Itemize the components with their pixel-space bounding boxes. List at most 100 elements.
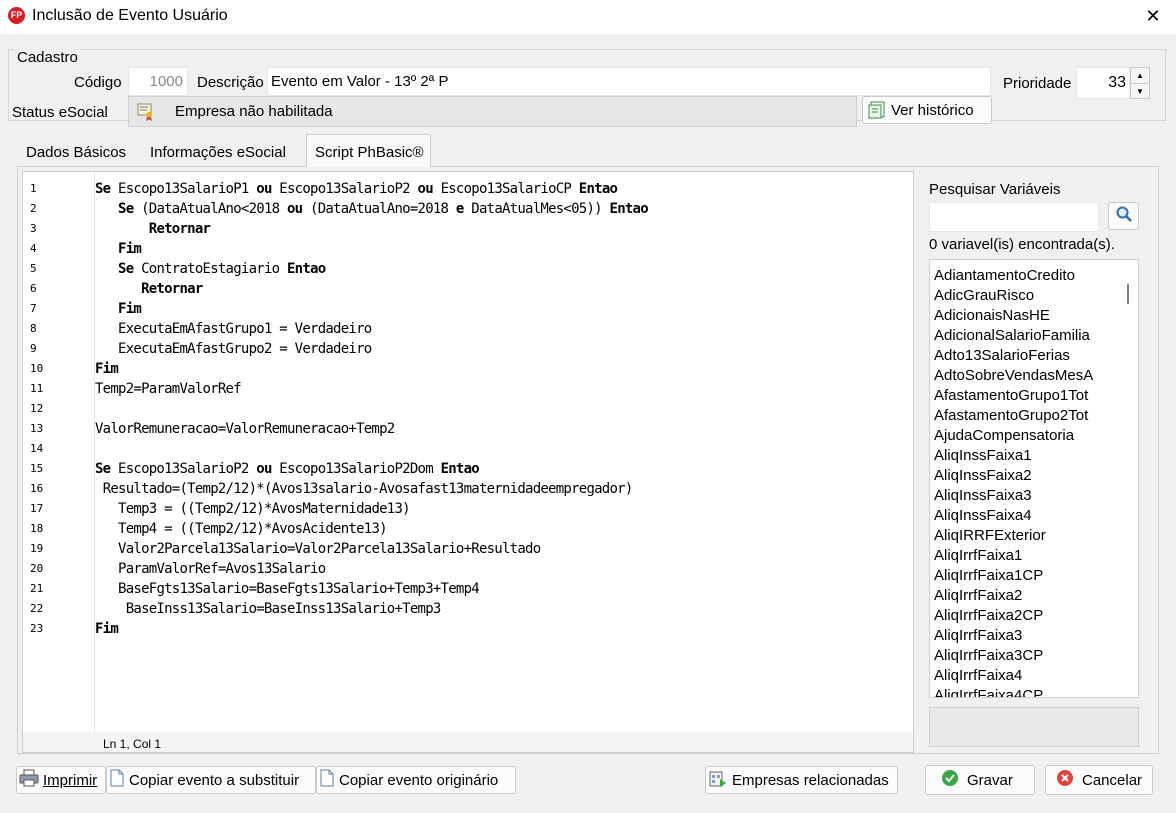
descricao-label: Descrição: [197, 74, 264, 91]
code-line: Retornar: [95, 219, 211, 239]
variable-search-button[interactable]: [1108, 202, 1139, 230]
line-number-gutter: 1 2 3 4 5 6 7 8 9 10 11 12 13 14 15 16 17 18 19 20 21 22 23: [23, 172, 95, 732]
list-scrollbar-thumb[interactable]: [1127, 284, 1129, 304]
variable-list-item[interactable]: AfastamentoGrupo1Tot: [934, 386, 1088, 406]
variables-found-text: 0 variavel(is) encontrada(s).: [929, 236, 1115, 253]
script-editor[interactable]: 1 2 3 4 5 6 7 8 9 10 11 12 13 14 15 16 17 18 19 20 21 22 23 Se…: [22, 171, 914, 753]
cancel-circle-icon: [1056, 769, 1074, 791]
tab-script-phbasic[interactable]: Script PhBasic®: [306, 134, 431, 167]
variable-list-item[interactable]: AliqInssFaixa2: [934, 466, 1032, 486]
variable-list-item[interactable]: AliqIrrfFaixa1: [934, 546, 1022, 566]
variable-list-item[interactable]: AliqIrrfFaixa3: [934, 626, 1022, 646]
variables-list[interactable]: AliqIrrfFaixa4CP AliqIrrfFaixa4 AliqIrrfFa…: [929, 259, 1139, 698]
code-keyword: Fim: [118, 301, 142, 317]
code-token: Valor2Parcela13Salario=Valor2Parcela13Sa…: [118, 541, 541, 557]
line-number: 10: [30, 362, 44, 375]
variable-list-item[interactable]: AliqInssFaixa4: [934, 506, 1032, 526]
line-number: 23: [30, 622, 44, 635]
code-token: Temp2=ParamValorRef: [95, 381, 242, 397]
codigo-field[interactable]: 1000: [128, 67, 188, 96]
empresas-relacionadas-button[interactable]: Empresas relacionadas: [705, 766, 898, 794]
tab-informacoes-esocial[interactable]: Informações eSocial: [142, 135, 292, 167]
code-line: Fim: [95, 239, 142, 259]
code-keyword: Se: [118, 201, 134, 217]
copiar-evento-substituir-button[interactable]: Copiar evento a substituir: [106, 766, 316, 794]
code-line: BaseFgts13Salario=BaseFgts13Salario+Temp…: [95, 579, 480, 599]
title-bar: FP Inclusão de Evento Usuário ✕: [0, 0, 1176, 34]
code-line: Se Escopo13SalarioP2 ou Escopo13SalarioP…: [95, 459, 480, 479]
copy-document-icon: [109, 769, 125, 791]
variable-list-item[interactable]: AdtoSobreVendasMesA: [934, 366, 1093, 386]
descricao-field[interactable]: Evento em Valor - 13º 2ª P: [267, 67, 991, 96]
cancelar-button[interactable]: Cancelar: [1045, 765, 1153, 795]
line-number: 14: [30, 442, 44, 455]
line-number: 7: [30, 302, 37, 315]
ver-historico-button[interactable]: Ver histórico: [862, 96, 992, 124]
code-line: ParamValorRef=Avos13Salario: [95, 559, 326, 579]
line-number: 9: [30, 342, 37, 355]
line-number: 8: [30, 322, 37, 335]
imprimir-button[interactable]: Imprimir: [16, 766, 106, 794]
variable-list-item[interactable]: AliqIRRFExterior: [934, 526, 1046, 546]
variable-list-item[interactable]: AliqIrrfFaixa1CP: [934, 566, 1043, 586]
line-number: 2: [30, 202, 37, 215]
code-line: Retornar: [95, 279, 203, 299]
variable-list-item[interactable]: AliqIrrfFaixa4CP: [934, 686, 1043, 697]
tab-dados-basicos[interactable]: Dados Básicos: [18, 135, 132, 167]
code-line: Valor2Parcela13Salario=Valor2Parcela13Sa…: [95, 539, 541, 559]
code-token: Resultado=(Temp2/12)*(Avos13salario-Avos…: [102, 481, 634, 497]
code-line: Temp3 = ((Temp2/12)*AvosMaternidade13): [95, 499, 411, 519]
spin-down-icon[interactable]: ▼: [1131, 84, 1149, 99]
copiar-evento-originario-button[interactable]: Copiar evento originário: [316, 766, 516, 794]
close-icon[interactable]: ✕: [1140, 3, 1166, 29]
copiar-evento-originario-label: Copiar evento originário: [339, 771, 499, 789]
ver-historico-label: Ver histórico: [891, 101, 974, 119]
variable-list-item[interactable]: AliqInssFaixa1: [934, 446, 1032, 466]
variable-list-item[interactable]: AdiantamentoCredito: [934, 266, 1075, 286]
gravar-label: Gravar: [967, 771, 1013, 789]
companies-icon: [708, 768, 728, 792]
code-area[interactable]: Se Escopo13SalarioP1 ou Escopo13SalarioP…: [95, 172, 913, 732]
variable-list-item[interactable]: AfastamentoGrupo2Tot: [934, 406, 1088, 426]
code-line: ValorRemuneracao=ValorRemuneracao+Temp2: [95, 419, 395, 439]
code-token: ContratoEstagiario: [133, 261, 287, 277]
variable-list-item[interactable]: AliqInssFaixa3: [934, 486, 1032, 506]
code-token: Escopo13SalarioP2: [271, 181, 418, 197]
variable-list-item[interactable]: Adto13SalarioFerias: [934, 346, 1070, 366]
status-esocial-field: Empresa não habilitada: [128, 96, 857, 127]
line-number: 21: [30, 582, 44, 595]
prioridade-label: Prioridade: [1003, 75, 1072, 92]
variable-list-item[interactable]: AliqIrrfFaixa4: [934, 666, 1022, 686]
prioridade-field[interactable]: 33: [1076, 67, 1130, 99]
code-keyword: ou: [286, 201, 303, 217]
code-token: Escopo13SalarioCP: [432, 181, 579, 197]
variable-list-item[interactable]: AjudaCompensatoria: [934, 426, 1074, 446]
line-number: 4: [30, 242, 37, 255]
variable-list-item[interactable]: AdicGrauRisco: [934, 286, 1034, 306]
prioridade-spinner[interactable]: ▲ ▼: [1130, 67, 1150, 99]
certificate-icon: [136, 101, 156, 121]
code-keyword: Entao: [440, 461, 480, 477]
code-keyword: Entao: [609, 201, 649, 217]
line-number: 1: [30, 182, 37, 195]
code-token: DataAtualMes<05)): [463, 201, 610, 217]
code-line: Se ContratoEstagiario Entao: [95, 259, 326, 279]
variable-list-item[interactable]: AdicionaisNasHE: [934, 306, 1050, 326]
variable-list-item[interactable]: AliqIrrfFaixa2: [934, 586, 1022, 606]
variable-search-input[interactable]: [929, 202, 1099, 232]
variable-list-item[interactable]: AliqIrrfFaixa3CP: [934, 646, 1043, 666]
code-token: ExecutaEmAfastGrupo1 = Verdadeiro: [118, 321, 372, 337]
code-keyword: Entao: [578, 181, 618, 197]
gravar-button[interactable]: Gravar: [925, 765, 1035, 795]
code-keyword: Retornar: [141, 281, 203, 297]
line-number: 6: [30, 282, 37, 295]
variable-list-item[interactable]: AliqIrrfFaixa2CP: [934, 606, 1043, 626]
spin-up-icon[interactable]: ▲: [1131, 68, 1149, 84]
variable-list-item[interactable]: AdicionalSalarioFamilia: [934, 326, 1090, 346]
